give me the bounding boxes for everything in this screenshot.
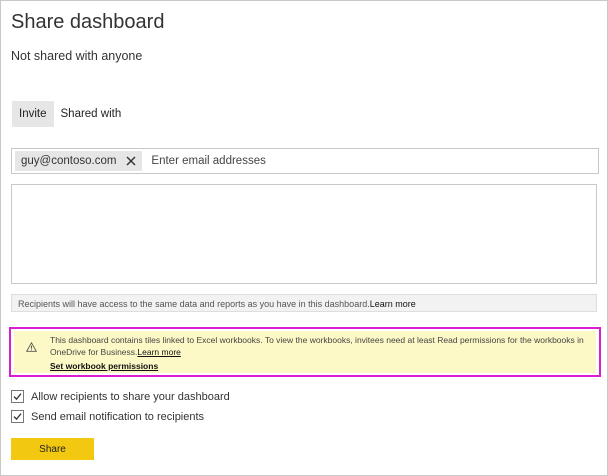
workbook-warning-highlight: This dashboard contains tiles linked to … [9,327,601,377]
set-workbook-permissions-link[interactable]: Set workbook permissions [50,361,158,371]
tab-invite[interactable]: Invite [12,101,54,127]
workbook-warning-banner: This dashboard contains tiles linked to … [14,331,596,373]
share-status: Not shared with anyone [11,49,143,63]
access-learn-more-link[interactable]: Learn more [370,299,416,309]
dialog-title: Share dashboard [11,11,165,33]
email-notification-label: Send email notification to recipients [31,410,205,423]
recipients-field[interactable]: guy@contoso.com [11,148,599,174]
allow-reshare-label: Allow recipients to share your dashboard [31,390,230,403]
email-address-input[interactable] [151,155,572,167]
warning-message: This dashboard contains tiles linked to … [50,335,584,357]
email-notification-option[interactable]: Send email notification to recipients [11,410,204,423]
recipient-chip: guy@contoso.com [15,151,143,171]
allow-reshare-option[interactable]: Allow recipients to share your dashboard [11,390,230,403]
message-textarea[interactable] [11,184,597,284]
warning-icon [25,339,38,357]
email-notification-checkbox[interactable] [11,410,24,423]
allow-reshare-checkbox[interactable] [11,390,24,403]
access-info-bar: Recipients will have access to the same … [11,294,597,312]
recipient-chip-label: guy@contoso.com [21,155,117,167]
remove-recipient-icon[interactable] [126,156,136,166]
tab-bar: Invite Shared with [12,101,128,127]
access-info-text: Recipients will have access to the same … [18,299,370,309]
tab-shared-with[interactable]: Shared with [54,101,129,127]
warning-text-block: This dashboard contains tiles linked to … [50,335,588,358]
share-button[interactable]: Share [11,438,94,460]
share-dashboard-dialog: Share dashboard Not shared with anyone I… [0,0,608,476]
warning-learn-more-link[interactable]: Learn more [137,347,180,357]
